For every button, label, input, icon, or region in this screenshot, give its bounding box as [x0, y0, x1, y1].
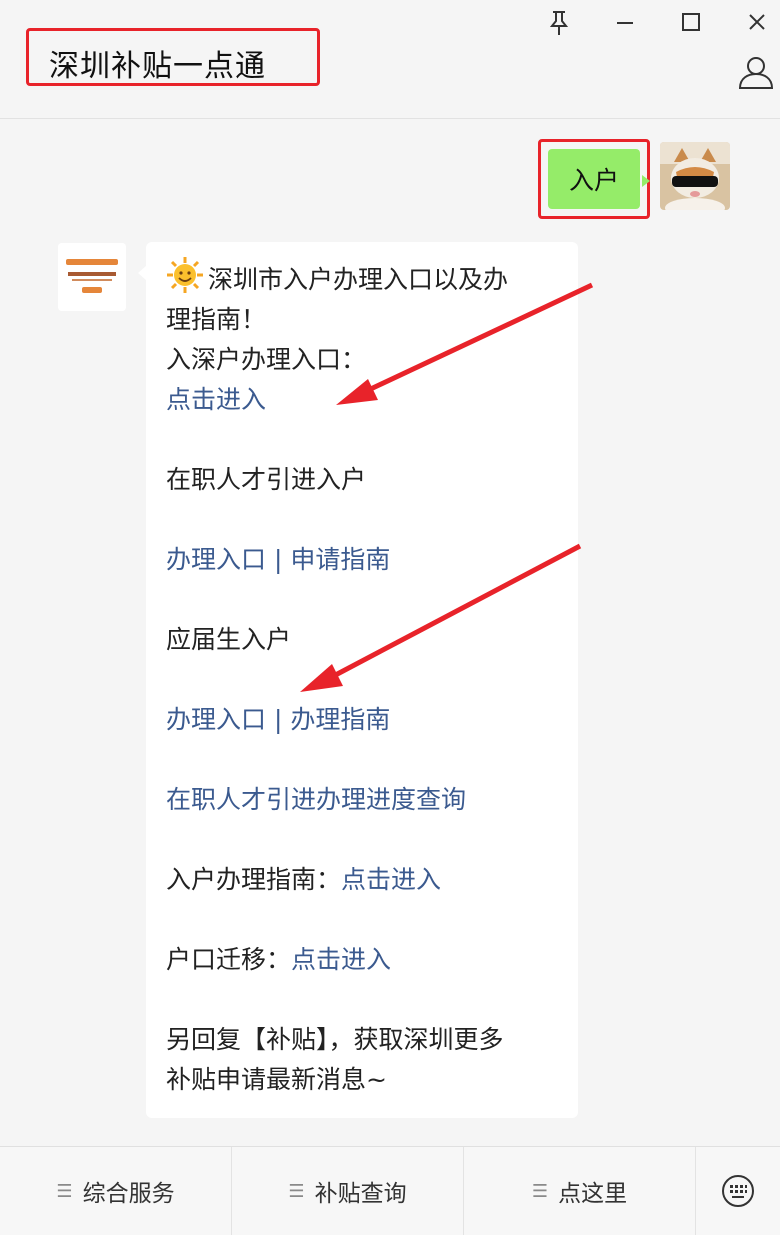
graduate-title: 应届生入户	[166, 625, 292, 654]
title-bar: 深圳补贴一点通	[0, 0, 780, 119]
sun-emoji-icon	[166, 256, 204, 294]
migration-link[interactable]: 点击进入	[291, 945, 391, 974]
footer-line2: 补贴申请最新消息~	[166, 1065, 387, 1094]
migration-label: 户口迁移：	[166, 945, 292, 974]
menu-item-services[interactable]: ☰ 综合服务	[0, 1147, 232, 1235]
official-account-avatar[interactable]	[58, 243, 126, 311]
intro-text-line2: 理指南！	[166, 305, 267, 334]
graduate-guide-link[interactable]: 办理指南	[290, 705, 390, 734]
menu-lines-icon: ☰	[288, 1180, 305, 1202]
talent-separator: |	[266, 545, 291, 574]
bot-message-bubble: 深圳市入户办理入口以及办 理指南！ 入深户办理入口： 点击进入 在职人才引进入户…	[138, 242, 578, 1118]
user-avatar[interactable]	[660, 142, 730, 210]
menu-item-subsidy-query[interactable]: ☰ 补贴查询	[232, 1147, 464, 1235]
minimize-icon[interactable]	[608, 6, 642, 40]
maximize-icon[interactable]	[674, 6, 708, 40]
talent-apply-link[interactable]: 办理入口	[166, 545, 266, 574]
footer-line1: 另回复【补贴】，获取深圳更多	[166, 1025, 504, 1054]
talent-guide-link[interactable]: 申请指南	[290, 545, 390, 574]
graduate-separator: |	[266, 705, 291, 734]
intro-text-line1: 深圳市入户办理入口以及办	[208, 265, 509, 294]
user-message-highlight: 入户	[538, 139, 650, 219]
keyboard-icon	[722, 1175, 754, 1207]
graduate-apply-link[interactable]: 办理入口	[166, 705, 266, 734]
menu-item-label: 补贴查询	[314, 1181, 407, 1207]
close-icon[interactable]	[740, 6, 774, 40]
menu-lines-icon: ☰	[531, 1180, 549, 1202]
keyboard-toggle-button[interactable]	[696, 1147, 780, 1235]
person-icon[interactable]	[736, 52, 776, 92]
guide-label: 入户办理指南：	[166, 865, 342, 894]
user-message-text: 入户	[568, 166, 619, 195]
menu-item-click-here[interactable]: ☰ 点这里	[464, 1147, 696, 1235]
menu-item-label: 点这里	[558, 1181, 628, 1207]
menu-item-label: 综合服务	[82, 1181, 175, 1207]
title-highlight-box: 深圳补贴一点通	[26, 28, 320, 86]
pin-icon[interactable]	[542, 6, 576, 40]
user-message-bubble[interactable]: 入户	[548, 149, 650, 209]
menu-lines-icon: ☰	[56, 1180, 73, 1202]
entry-link[interactable]: 点击进入	[166, 385, 266, 414]
talent-title: 在职人才引进入户	[166, 465, 367, 494]
talent-progress-link[interactable]: 在职人才引进办理进度查询	[166, 785, 466, 814]
bottom-menu: ☰ 综合服务 ☰ 补贴查询 ☰ 点这里	[0, 1146, 780, 1235]
guide-link[interactable]: 点击进入	[341, 865, 441, 894]
chat-title: 深圳补贴一点通	[49, 49, 266, 84]
entry-label: 入深户办理入口：	[166, 345, 367, 374]
